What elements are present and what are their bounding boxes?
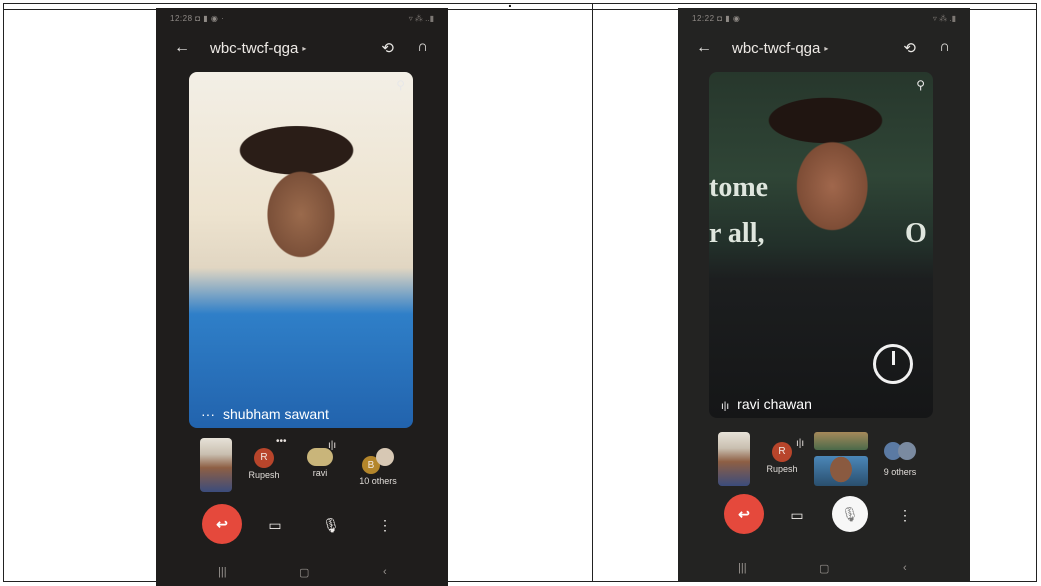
more-options-icon[interactable]: ⋮ [372,512,398,538]
participant-video-tile[interactable] [814,456,868,486]
microphone-off-icon[interactable]: 🎙 [832,496,868,532]
status-bar-icons: ▿ ⁂ .▮ [932,14,956,23]
participant-name: 10 others [359,476,397,486]
status-bar-time: 12:28 ◘ ▮ ◉ · [170,14,225,23]
speaker-name: shubham sawant [223,406,329,422]
participant-name: Rupesh [248,470,280,480]
status-bar-time: 12:22 ◘ ▮ ◉ [692,14,741,23]
participant-tile[interactable]: 9 others [874,428,926,477]
audio-wave-icon: ı|ı [796,438,805,449]
participant-tile[interactable]: B 10 others [352,434,404,486]
meeting-title[interactable]: wbc-twcf-qga ▸ [210,40,306,57]
call-controls: ↩ ▭ 🎙 ⋮ [156,504,448,544]
participant-tile[interactable]: R Rupesh [756,428,808,474]
switch-camera-icon[interactable]: ⟲ [381,39,394,57]
status-bar-icons: ▿ ⁂ ..▮ [408,14,434,23]
meeting-code: wbc-twcf-qga [732,40,821,57]
pin-icon[interactable]: ⚲ [916,78,925,92]
participant-name: 9 others [883,467,917,477]
home-icon[interactable]: ▢ [819,562,829,575]
audio-wave-icon: ı|ı [328,440,337,451]
main-video-feed[interactable]: tome r all, O ⚲ ı|ı ravi chawan [709,72,933,418]
screen-share-tile[interactable] [814,432,868,450]
call-controls: ↩ ▭ 🎙 ⋮ [678,494,970,534]
back-nav-icon[interactable]: ‹ [903,562,907,574]
participant-tile[interactable]: R Rupesh [238,434,290,480]
avatar [376,448,394,466]
end-call-button[interactable]: ↩ [724,494,764,534]
caret-icon: ▸ [824,44,829,53]
headphones-icon[interactable]: ∩ [939,38,950,55]
participant-name: Rupesh [766,464,798,474]
meeting-title[interactable]: wbc-twcf-qga ▸ [732,40,828,57]
caret-icon: ▸ [302,44,307,53]
avatar [898,442,916,460]
android-nav-bar: ||| ▢ ‹ [156,564,448,584]
camera-toggle-icon[interactable]: ▭ [784,502,810,528]
more-options-icon[interactable]: ⋮ [892,502,918,528]
meeting-top-bar: ← wbc-twcf-qga ▸ ⟲ ∩ [678,36,970,64]
speaker-name-bar: ı|ı ravi chawan [721,396,812,412]
avatar: R [254,448,274,468]
end-call-button[interactable]: ↩ [202,504,242,544]
shirt-logo [873,344,913,384]
meeting-top-bar: ← wbc-twcf-qga ▸ ⟲ ∩ [156,36,448,64]
switch-camera-icon[interactable]: ⟲ [903,39,916,57]
home-icon[interactable]: ▢ [299,566,309,579]
microphone-icon[interactable]: 🎙 [318,512,344,538]
self-view-thumbnail[interactable] [200,438,232,492]
headphones-icon[interactable]: ∩ [417,38,428,55]
participant-strip: R Rupesh ı|ı 9 others [678,428,970,490]
recent-apps-icon[interactable]: ||| [218,566,227,578]
back-nav-icon[interactable]: ‹ [383,566,387,578]
camera-toggle-icon[interactable]: ▭ [262,512,288,538]
back-arrow-icon[interactable]: ← [696,39,712,57]
background-sign-text: tome [709,172,769,203]
column-divider [592,3,593,582]
speaker-name: ravi chawan [737,396,812,412]
participant-tile[interactable]: ı|ı ravi [294,434,346,478]
phone-screen-right: 12:22 ◘ ▮ ◉ ▿ ⁂ .▮ ← wbc-twcf-qga ▸ ⟲ ∩ t… [678,8,970,582]
main-video-feed[interactable]: ⚲ ··· shubham sawant [189,72,413,428]
meeting-code: wbc-twcf-qga [210,40,299,57]
background-sign-text: r all, [709,218,765,249]
back-arrow-icon[interactable]: ← [174,39,190,57]
participant-strip: ••• R Rupesh ı|ı ravi B 10 others [156,434,448,496]
speaker-name-bar: ··· shubham sawant [201,406,329,422]
android-nav-bar: ||| ▢ ‹ [678,560,970,580]
audio-wave-icon: ı|ı [721,401,730,412]
avatar: R [772,442,792,462]
background-sign-text: O [905,218,927,249]
self-view-thumbnail[interactable] [718,432,750,486]
participant-name: ravi [312,468,328,478]
phone-screen-left: 12:28 ◘ ▮ ◉ · ▿ ⁂ ..▮ ← wbc-twcf-qga ▸ ⟲ … [156,8,448,586]
more-dots-icon: ··· [201,406,215,422]
pin-icon[interactable]: ⚲ [396,78,405,92]
recent-apps-icon[interactable]: ||| [738,562,747,574]
